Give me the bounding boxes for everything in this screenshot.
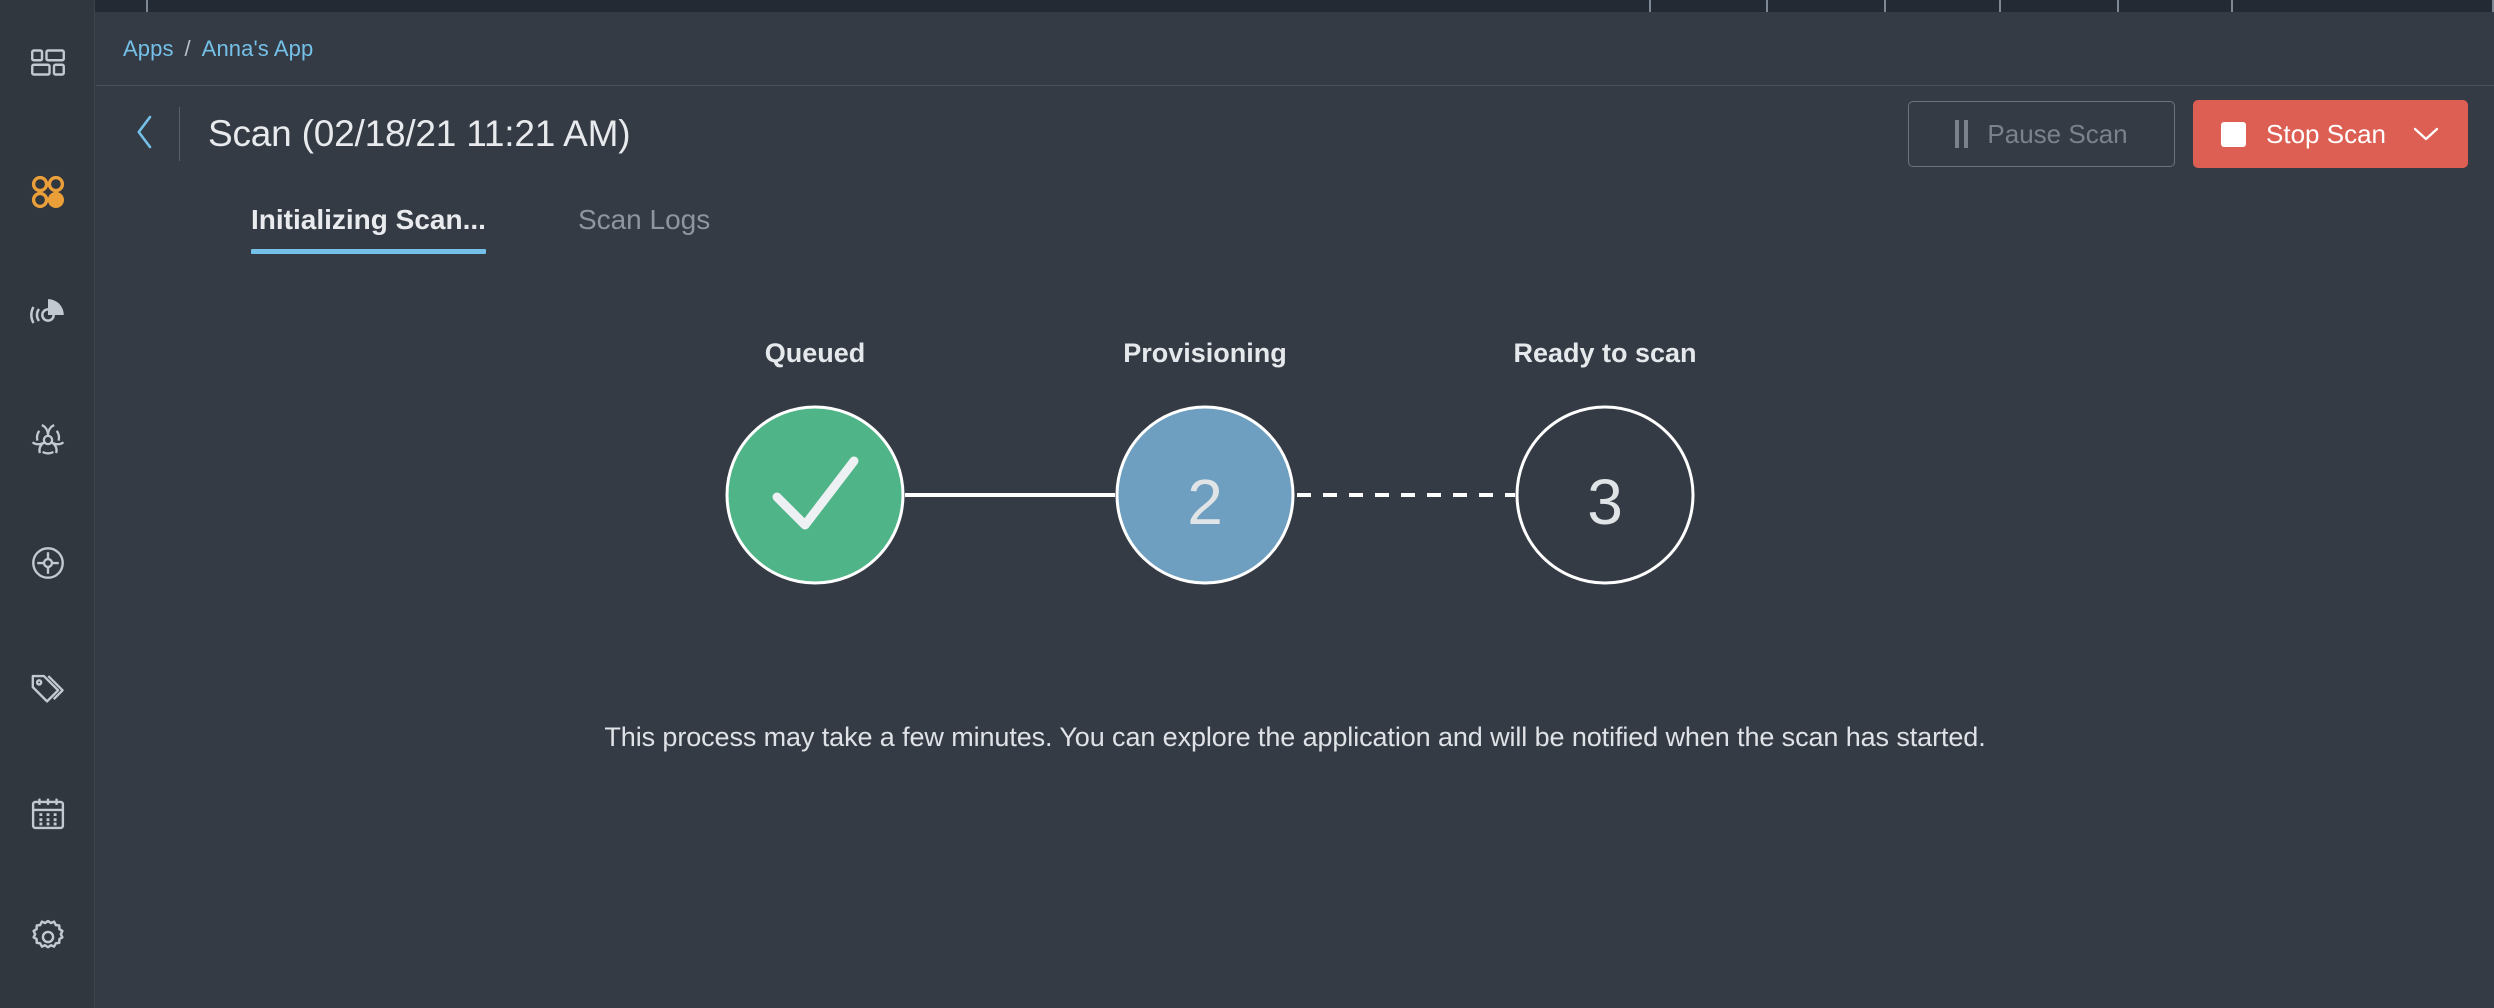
sidebar-item-tags[interactable] <box>0 658 95 722</box>
breadcrumb-current-link[interactable]: Anna's App <box>202 36 314 62</box>
stop-square-icon <box>2221 121 2247 147</box>
step-number-3: 3 <box>1587 466 1623 538</box>
breadcrumb-separator: / <box>184 35 191 61</box>
sidebar-item-scans[interactable] <box>0 283 95 347</box>
header-divider <box>179 107 180 161</box>
sidebar-item-vulnerabilities[interactable] <box>0 408 95 472</box>
header-actions: Pause Scan Stop Scan <box>1908 100 2468 168</box>
breadcrumb-apps-link[interactable]: Apps <box>123 36 174 62</box>
step-circle-ready-to-scan[interactable]: 3 <box>1515 405 1695 585</box>
scan-progress-stepper: Queued Provisioning Ready to scan 2 3 <box>96 340 2494 670</box>
top-strip-segment <box>2119 0 2233 12</box>
top-strip-segment <box>2001 0 2119 12</box>
step-number-2: 2 <box>1187 466 1223 538</box>
pause-scan-label: Pause Scan <box>1987 118 2128 149</box>
biohazard-icon <box>29 421 67 459</box>
pause-icon <box>1955 120 1969 148</box>
step-label-provisioning: Provisioning <box>1123 340 1287 368</box>
gear-icon <box>29 918 67 956</box>
crosshair-icon <box>29 544 67 582</box>
sidebar-item-targets[interactable] <box>0 531 95 595</box>
stop-scan-label: Stop Scan <box>2266 118 2386 149</box>
step-circle-queued[interactable] <box>725 405 905 585</box>
pause-scan-button[interactable]: Pause Scan <box>1908 101 2176 167</box>
radar-icon <box>28 295 68 335</box>
page-title: Scan (02/18/21 11:21 AM) <box>208 113 631 154</box>
stop-scan-button[interactable]: Stop Scan <box>2193 100 2468 168</box>
chevron-left-icon <box>130 112 160 157</box>
tab-bar: Initializing Scan... Scan Logs <box>96 182 2494 254</box>
sidebar-item-schedule[interactable] <box>0 782 95 846</box>
tags-icon <box>29 671 67 709</box>
top-strip-segment <box>2233 0 2494 12</box>
step-label-ready-to-scan: Ready to scan <box>1513 340 1696 368</box>
chevron-down-icon[interactable] <box>2412 119 2440 150</box>
breadcrumb: Apps / Anna's App <box>96 12 2494 86</box>
left-sidebar <box>0 0 95 1008</box>
footer-note: This process may take a few minutes. You… <box>604 722 1986 752</box>
top-strip-segment <box>1886 0 2001 12</box>
sidebar-item-apps[interactable] <box>0 160 95 224</box>
calendar-icon <box>29 795 67 833</box>
dashboard-grid-icon <box>30 46 66 82</box>
top-strip-segment <box>1651 0 1768 12</box>
page-header: Scan (02/18/21 11:21 AM) Pause Scan Stop… <box>96 86 2494 182</box>
step-circle-provisioning[interactable]: 2 <box>1115 405 1295 585</box>
back-button[interactable] <box>121 110 169 158</box>
sidebar-item-dashboard[interactable] <box>0 32 95 96</box>
top-tab-strip <box>0 0 2494 12</box>
step-label-queued: Queued <box>765 340 866 368</box>
main-content: Apps / Anna's App Scan (02/18/21 11:21 A… <box>96 12 2494 1008</box>
sidebar-item-settings[interactable] <box>0 905 95 969</box>
top-strip-segment <box>1768 0 1886 12</box>
top-strip-segment <box>148 0 1651 12</box>
tab-scan-logs[interactable]: Scan Logs <box>578 204 710 254</box>
stepper-graphic: Queued Provisioning Ready to scan 2 3 <box>725 340 1697 585</box>
apps-dots-icon <box>29 173 67 211</box>
tab-initializing-scan[interactable]: Initializing Scan... <box>251 204 486 254</box>
